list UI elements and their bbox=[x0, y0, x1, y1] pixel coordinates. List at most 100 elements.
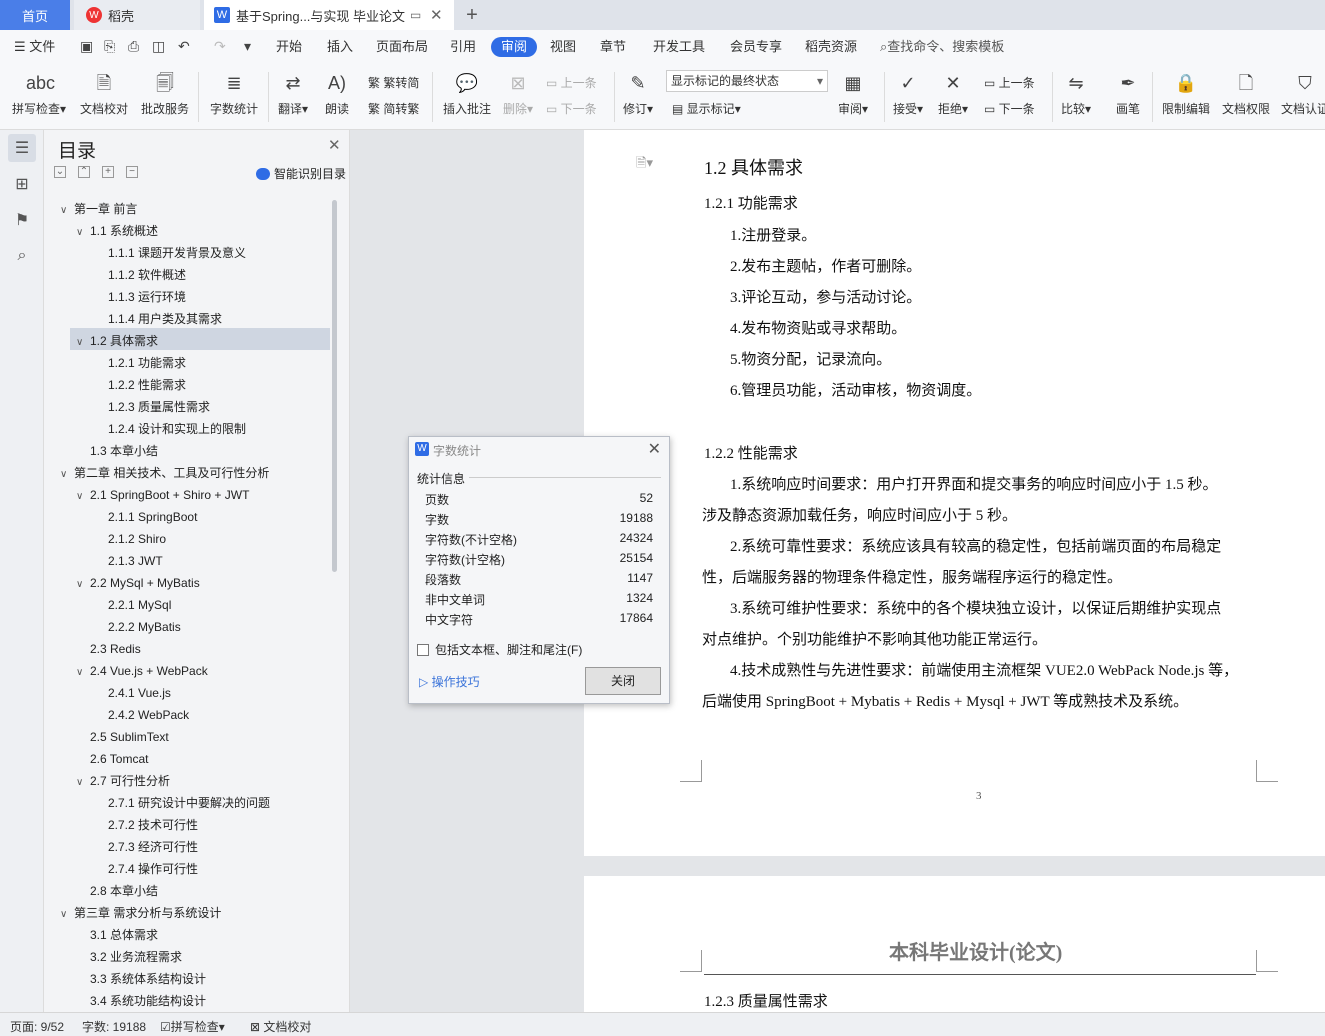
expand-all-icon[interactable]: ⌃ bbox=[78, 166, 90, 178]
read-aloud-button[interactable]: A) 朗读 bbox=[324, 70, 350, 117]
next-change-button[interactable]: ▭ 下一条 bbox=[984, 100, 1035, 117]
toc-item[interactable]: 2.4.1 Vue.js bbox=[92, 682, 171, 704]
review-pane-button[interactable]: ▦ 审阅▾ bbox=[838, 70, 868, 117]
delete-comment-button[interactable]: ⊠ 删除▾ bbox=[503, 70, 533, 117]
undo-icon[interactable]: ↶ bbox=[178, 38, 190, 55]
toc-item[interactable]: 1.1.3 运行环境 bbox=[92, 286, 186, 308]
toc-item[interactable]: 3.2 业务流程需求 bbox=[76, 946, 182, 968]
dialog-titlebar[interactable]: W 字数统计 ✕ bbox=[409, 437, 669, 461]
menu-reference[interactable]: 引用 bbox=[450, 37, 476, 57]
toc-item[interactable]: 2.7.1 研究设计中要解决的问题 bbox=[92, 792, 270, 814]
toc-item[interactable]: 2.1.2 Shiro bbox=[92, 528, 166, 550]
toc-item[interactable]: 1.2.4 设计和实现上的限制 bbox=[92, 418, 246, 440]
paragraph-icon[interactable]: 🗎▾ bbox=[636, 154, 653, 176]
chevron-down-icon[interactable]: ∨ bbox=[76, 772, 90, 794]
export-icon[interactable]: ⎘ bbox=[104, 38, 115, 55]
toc-scrollbar[interactable] bbox=[332, 200, 337, 572]
save-icon[interactable]: ▣ bbox=[80, 38, 93, 55]
status-proofread[interactable]: ⊠ 文档校对 bbox=[250, 1018, 311, 1035]
restrict-edit-button[interactable]: 🔒 限制编辑 bbox=[1162, 70, 1210, 117]
toc-item[interactable]: 1.1.4 用户类及其需求 bbox=[92, 308, 222, 330]
toc-item[interactable]: 1.2.1 功能需求 bbox=[92, 352, 186, 374]
close-button[interactable]: 关闭 bbox=[585, 667, 661, 695]
menu-devtools[interactable]: 开发工具 bbox=[653, 37, 705, 57]
tips-link[interactable]: ▷ 操作技巧 bbox=[419, 673, 480, 690]
toc-item[interactable]: ∨ 2.2 MySql + MyBatis bbox=[76, 572, 200, 594]
status-spell-check[interactable]: ☑拼写检查▾ bbox=[160, 1018, 225, 1035]
reject-button[interactable]: ✕ 拒绝▾ bbox=[938, 70, 968, 117]
toc-item[interactable]: 2.8 本章小结 bbox=[76, 880, 158, 902]
toc-item[interactable]: 2.7.3 经济可行性 bbox=[92, 836, 198, 858]
menu-layout[interactable]: 页面布局 bbox=[376, 37, 428, 57]
print-icon[interactable]: ⎙ bbox=[128, 38, 139, 55]
toc-item[interactable]: 2.4.2 WebPack bbox=[92, 704, 189, 726]
tab-document[interactable]: W 基于Spring...与实现 毕业论文 ▭ ✕ bbox=[204, 0, 454, 30]
chevron-down-icon[interactable]: ∨ bbox=[76, 332, 90, 354]
compare-button[interactable]: ⇋ 比较▾ bbox=[1061, 70, 1091, 117]
markup-mode-select[interactable]: 显示标记的最终状态 bbox=[666, 70, 828, 92]
toc-item[interactable]: 3.4 系统功能结构设计 bbox=[76, 990, 206, 1012]
toc-item[interactable]: 2.1.3 JWT bbox=[92, 550, 163, 572]
prev-change-button[interactable]: ▭ 上一条 bbox=[984, 74, 1035, 91]
toc-panel-icon[interactable]: ☰ bbox=[8, 134, 36, 162]
menu-member[interactable]: 会员专享 bbox=[730, 37, 782, 57]
bookmark-icon[interactable]: ⚑ bbox=[8, 206, 36, 234]
chevron-down-icon[interactable]: ∨ bbox=[60, 200, 74, 222]
menu-chapter[interactable]: 章节 bbox=[600, 37, 626, 57]
toc-item[interactable]: ∨ 第二章 相关技术、工具及可行性分析 bbox=[60, 462, 269, 484]
batch-service-button[interactable]: 🗐 批改服务 bbox=[141, 70, 189, 117]
menu-view[interactable]: 视图 bbox=[550, 37, 576, 57]
more-icon[interactable]: ▾ bbox=[244, 38, 251, 55]
chevron-down-icon[interactable]: ∨ bbox=[76, 574, 90, 596]
toc-item[interactable]: 2.3 Redis bbox=[76, 638, 141, 660]
doc-rights-button[interactable]: 🗋 文档权限 bbox=[1222, 70, 1270, 117]
close-tab-icon[interactable]: ✕ bbox=[430, 6, 443, 24]
translate-button[interactable]: ⇄ 翻译▾ bbox=[278, 70, 308, 117]
include-textbox-checkbox[interactable]: 包括文本框、脚注和尾注(F) bbox=[417, 641, 582, 658]
word-count-indicator[interactable]: 字数: 19188 bbox=[82, 1018, 146, 1035]
toc-item[interactable]: 1.2.2 性能需求 bbox=[92, 374, 186, 396]
toc-item[interactable]: 1.1.2 软件概述 bbox=[92, 264, 186, 286]
toc-item[interactable]: 2.5 SublimText bbox=[76, 726, 169, 748]
remove-heading-icon[interactable]: − bbox=[126, 166, 138, 178]
next-comment-button[interactable]: ▭ 下一条 bbox=[546, 100, 597, 117]
menu-resource[interactable]: 稻壳资源 bbox=[805, 37, 857, 57]
pen-button[interactable]: ✒ 画笔 bbox=[1115, 70, 1141, 117]
menu-start[interactable]: 开始 bbox=[276, 37, 302, 57]
smart-toc-button[interactable]: 智能识别目录 bbox=[256, 165, 346, 182]
toc-item[interactable]: 3.3 系统体系结构设计 bbox=[76, 968, 206, 990]
window-icon[interactable]: ▭ bbox=[410, 8, 421, 22]
menu-review[interactable]: 审阅 bbox=[491, 37, 538, 57]
preview-icon[interactable]: ◫ bbox=[152, 38, 165, 55]
chevron-down-icon[interactable]: ∨ bbox=[76, 222, 90, 244]
to-simplified-button[interactable]: 繁 简转繁 bbox=[368, 100, 419, 117]
add-heading-icon[interactable]: + bbox=[102, 166, 114, 178]
accept-button[interactable]: ✓ 接受▾ bbox=[893, 70, 923, 117]
toc-item[interactable]: 2.6 Tomcat bbox=[76, 748, 148, 770]
spell-check-button[interactable]: abc 拼写检查▾ bbox=[12, 70, 66, 117]
toc-item[interactable]: ∨ 第三章 需求分析与系统设计 bbox=[60, 902, 221, 924]
menu-insert[interactable]: 插入 bbox=[327, 37, 353, 57]
toc-item[interactable]: ∨ 第一章 前言 bbox=[60, 198, 137, 220]
close-icon[interactable]: ✕ bbox=[648, 439, 661, 459]
toc-item[interactable]: 2.7.4 操作可行性 bbox=[92, 858, 198, 880]
page-indicator[interactable]: 页面: 9/52 bbox=[10, 1018, 64, 1035]
toc-item[interactable]: 2.7.2 技术可行性 bbox=[92, 814, 198, 836]
track-changes-button[interactable]: ✎ 修订▾ bbox=[623, 70, 653, 117]
collapse-all-icon[interactable]: ⌄ bbox=[54, 166, 66, 178]
toc-item[interactable]: 1.2.3 质量属性需求 bbox=[92, 396, 210, 418]
new-tab-button[interactable]: + bbox=[460, 0, 484, 30]
chevron-down-icon[interactable]: ∨ bbox=[76, 662, 90, 684]
tab-daoke[interactable]: W 稻壳 bbox=[74, 0, 200, 30]
to-traditional-button[interactable]: 繁 繁转简 bbox=[368, 74, 419, 91]
chevron-down-icon[interactable]: ∨ bbox=[60, 904, 74, 926]
tab-home[interactable]: 首页 bbox=[0, 0, 70, 30]
toc-item[interactable]: ∨ 2.4 Vue.js + WebPack bbox=[76, 660, 208, 682]
toc-item[interactable]: 3.1 总体需求 bbox=[76, 924, 158, 946]
toc-item[interactable]: 1.3 本章小结 bbox=[76, 440, 158, 462]
toc-item[interactable]: ∨ 2.7 可行性分析 bbox=[76, 770, 170, 792]
command-search[interactable]: ⌕查找命令、搜索模板 bbox=[880, 37, 1004, 57]
toc-item[interactable]: 2.2.1 MySql bbox=[92, 594, 171, 616]
chapter-nav-icon[interactable]: ⊞ bbox=[8, 170, 36, 198]
toc-item[interactable]: 2.1.1 SpringBoot bbox=[92, 506, 197, 528]
